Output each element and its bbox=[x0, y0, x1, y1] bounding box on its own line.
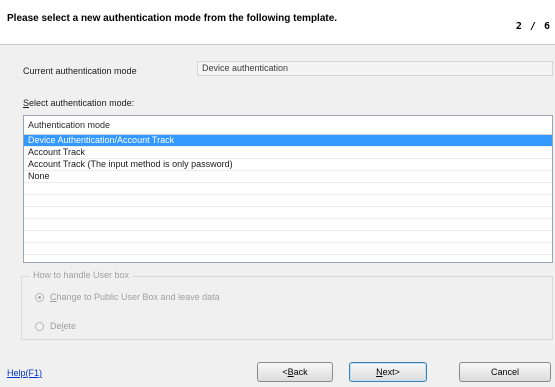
cancel-button[interactable]: Cancel bbox=[459, 362, 551, 382]
step-counter: 2 / 6 bbox=[515, 21, 551, 32]
header-title: Please select a new authentication mode … bbox=[7, 13, 338, 24]
radio-delete-pre: De bbox=[50, 321, 62, 331]
radio-button[interactable] bbox=[35, 321, 44, 331]
help-link[interactable]: Help(F1) bbox=[7, 368, 42, 378]
back-button[interactable]: <Back bbox=[257, 362, 333, 382]
user-box-legend: How to handle User box bbox=[30, 270, 133, 280]
list-column-header[interactable]: Authentication mode bbox=[24, 116, 552, 135]
list-empty-row bbox=[24, 183, 552, 195]
list-empty-row bbox=[24, 195, 552, 207]
list-item[interactable]: None bbox=[24, 171, 552, 183]
list-empty-row bbox=[24, 255, 552, 262]
user-box-group bbox=[21, 276, 553, 340]
back-post: ack bbox=[293, 367, 308, 377]
list-item[interactable]: Account Track bbox=[24, 147, 552, 159]
auth-mode-list[interactable]: Authentication mode Device Authenticatio… bbox=[23, 115, 553, 263]
radio-delete-label: Delete bbox=[50, 321, 76, 331]
list-item[interactable]: Device Authentication/Account Track bbox=[24, 135, 552, 147]
wizard-header: Please select a new authentication mode … bbox=[0, 0, 555, 45]
select-mode-label: Select authentication mode: bbox=[23, 98, 134, 108]
select-mode-label-text: elect authentication mode: bbox=[29, 98, 135, 108]
list-empty-row bbox=[24, 219, 552, 231]
current-mode-label: Current authentication mode bbox=[23, 66, 137, 76]
radio-delete[interactable]: Delete bbox=[35, 321, 76, 331]
list-empty-row bbox=[24, 243, 552, 255]
current-mode-field: Device authentication bbox=[197, 61, 553, 76]
radio-change-text: hange to Public User Box and leave data bbox=[56, 292, 220, 302]
next-button[interactable]: Next> bbox=[349, 362, 427, 382]
radio-button-selected[interactable] bbox=[35, 292, 44, 302]
list-item[interactable]: Account Track (The input method is only … bbox=[24, 159, 552, 171]
radio-change-label: Change to Public User Box and leave data bbox=[50, 292, 220, 302]
radio-delete-post: ete bbox=[63, 321, 77, 331]
next-post: ext> bbox=[382, 367, 400, 377]
list-empty-row bbox=[24, 231, 552, 243]
list-empty-row bbox=[24, 207, 552, 219]
radio-change-to-public[interactable]: Change to Public User Box and leave data bbox=[35, 292, 220, 302]
